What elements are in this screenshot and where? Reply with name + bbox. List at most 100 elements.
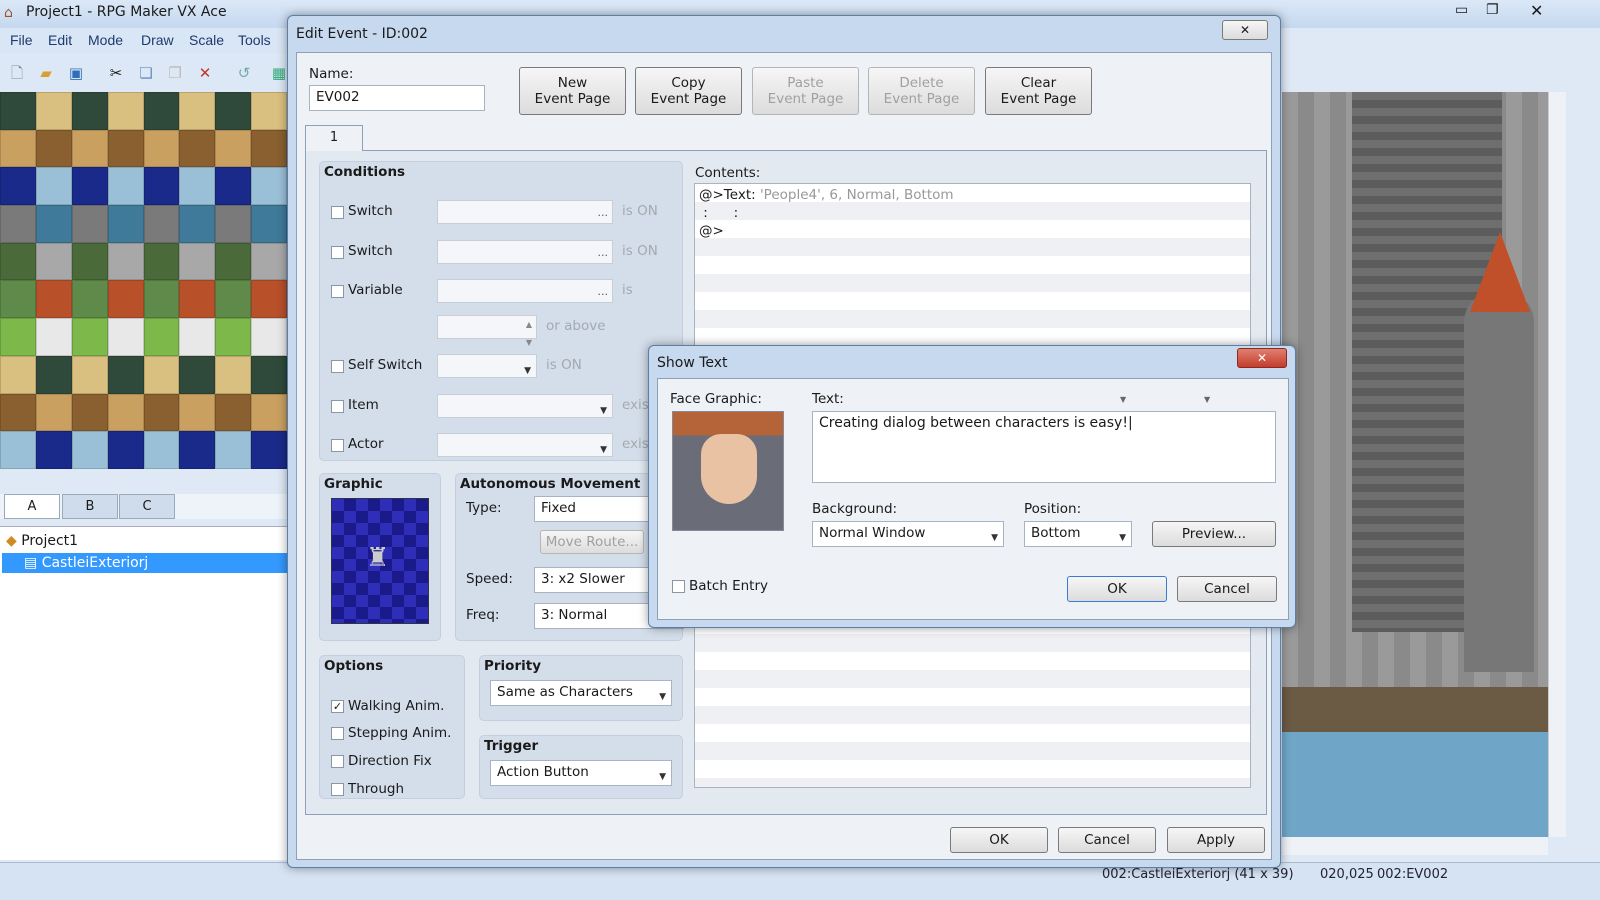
tile[interactable] [0,355,36,394]
tile[interactable] [179,355,216,394]
tile[interactable] [251,205,287,243]
tile[interactable] [215,393,252,432]
tile[interactable] [251,318,287,356]
tile[interactable] [71,129,108,168]
tile[interactable] [0,280,36,319]
tile[interactable] [0,92,36,130]
menu-edit[interactable]: Edit [48,32,72,48]
event-graphic-picker[interactable]: ♜ [331,498,429,624]
tile[interactable] [35,92,72,130]
message-text-area[interactable]: Creating dialog between characters is ea… [812,411,1276,483]
tile[interactable] [0,431,36,469]
tile[interactable] [107,242,144,281]
tile[interactable] [215,205,252,243]
tile[interactable] [71,318,108,356]
tile[interactable] [179,205,216,243]
tile[interactable] [107,205,144,243]
tile[interactable] [71,431,108,469]
position-select[interactable]: Bottom ▼ [1024,521,1132,547]
actor-select[interactable]: ▼ [437,433,613,457]
tile[interactable] [143,431,180,469]
tile[interactable] [71,280,108,319]
tile[interactable] [0,129,36,168]
spinner-arrows-icon[interactable]: ▲ ▼ [526,316,532,352]
stepping-anim-checkbox[interactable] [331,727,344,740]
map-canvas[interactable] [1282,92,1548,837]
undo-icon[interactable]: ↺ [235,64,253,82]
close-button[interactable]: ✕ [1222,20,1268,40]
minimize-button[interactable]: ▭ [1455,2,1468,18]
switch1-checkbox[interactable] [331,206,344,219]
tile[interactable] [35,205,72,243]
tile[interactable] [215,355,252,394]
tile[interactable] [0,167,36,206]
tile[interactable] [179,280,216,319]
tile[interactable] [107,355,144,394]
preview-button[interactable]: Preview... [1152,521,1276,547]
tile[interactable] [107,167,144,206]
delete-icon[interactable]: ✕ [196,64,214,82]
close-button[interactable]: ✕ [1530,1,1543,20]
face-graphic-picker[interactable] [672,411,784,531]
tile[interactable] [251,92,287,130]
menu-file[interactable]: File [10,32,33,48]
tile[interactable] [143,393,180,432]
new-icon[interactable]: 🗋 [8,64,26,82]
new-event-page-button[interactable]: New Event Page [519,67,626,115]
tile[interactable] [251,242,287,281]
tileset-palette[interactable] [0,92,287,492]
tile[interactable] [143,205,180,243]
page-tab-1[interactable]: 1 [305,125,363,151]
self-switch-select[interactable]: ▼ [437,354,537,378]
command-line[interactable]: @> [699,222,724,240]
variable-value-spinner[interactable]: ▲ ▼ [437,315,537,347]
tile[interactable] [179,167,216,206]
tile[interactable] [179,92,216,130]
tile[interactable] [215,431,252,469]
switch2-checkbox[interactable] [331,246,344,259]
tile[interactable] [143,167,180,206]
move-route-button[interactable]: Move Route... [540,530,644,554]
name-input[interactable]: EV002 [309,85,485,111]
tile[interactable] [107,92,144,130]
command-line[interactable]: : : [699,204,738,222]
tile[interactable] [0,318,36,356]
item-checkbox[interactable] [331,400,344,413]
close-button[interactable]: ✕ [1237,348,1287,368]
menu-mode[interactable]: Mode [88,32,123,48]
tile[interactable] [143,318,180,356]
tile[interactable] [215,167,252,206]
ok-button[interactable]: OK [950,827,1048,853]
tile[interactable] [215,92,252,130]
item-select[interactable]: ▼ [437,394,613,418]
tile[interactable] [35,242,72,281]
trigger-select[interactable]: Action Button ▼ [490,760,672,786]
save-icon[interactable]: ▣ [67,64,85,82]
tab-a[interactable]: A [4,494,60,519]
menu-scale[interactable]: Scale [189,32,224,48]
cancel-button[interactable]: Cancel [1058,827,1156,853]
tile[interactable] [251,393,287,432]
walking-anim-checkbox[interactable]: ✓ [331,700,344,713]
menu-draw[interactable]: Draw [141,32,174,48]
tile[interactable] [107,318,144,356]
tile[interactable] [179,129,216,168]
tile[interactable] [35,318,72,356]
tile[interactable] [251,129,287,168]
tile[interactable] [143,355,180,394]
switch1-select[interactable]: ... [437,200,613,224]
tree-map-item[interactable]: ▤ CastleiExteriorj [2,553,290,573]
batch-entry-checkbox[interactable] [672,580,685,593]
copy-event-page-button[interactable]: Copy Event Page [635,67,742,115]
horizontal-scrollbar[interactable] [1282,837,1548,855]
map-icon[interactable]: ▦ [270,64,288,82]
tile[interactable] [71,393,108,432]
open-icon[interactable]: ▰ [37,64,55,82]
tree-project[interactable]: ◆ Project1 [6,531,78,551]
tile[interactable] [0,242,36,281]
tile[interactable] [71,242,108,281]
tile[interactable] [251,167,287,206]
self-switch-checkbox[interactable] [331,360,344,373]
tile[interactable] [0,393,36,432]
paste-event-page-button[interactable]: Paste Event Page [752,67,859,115]
